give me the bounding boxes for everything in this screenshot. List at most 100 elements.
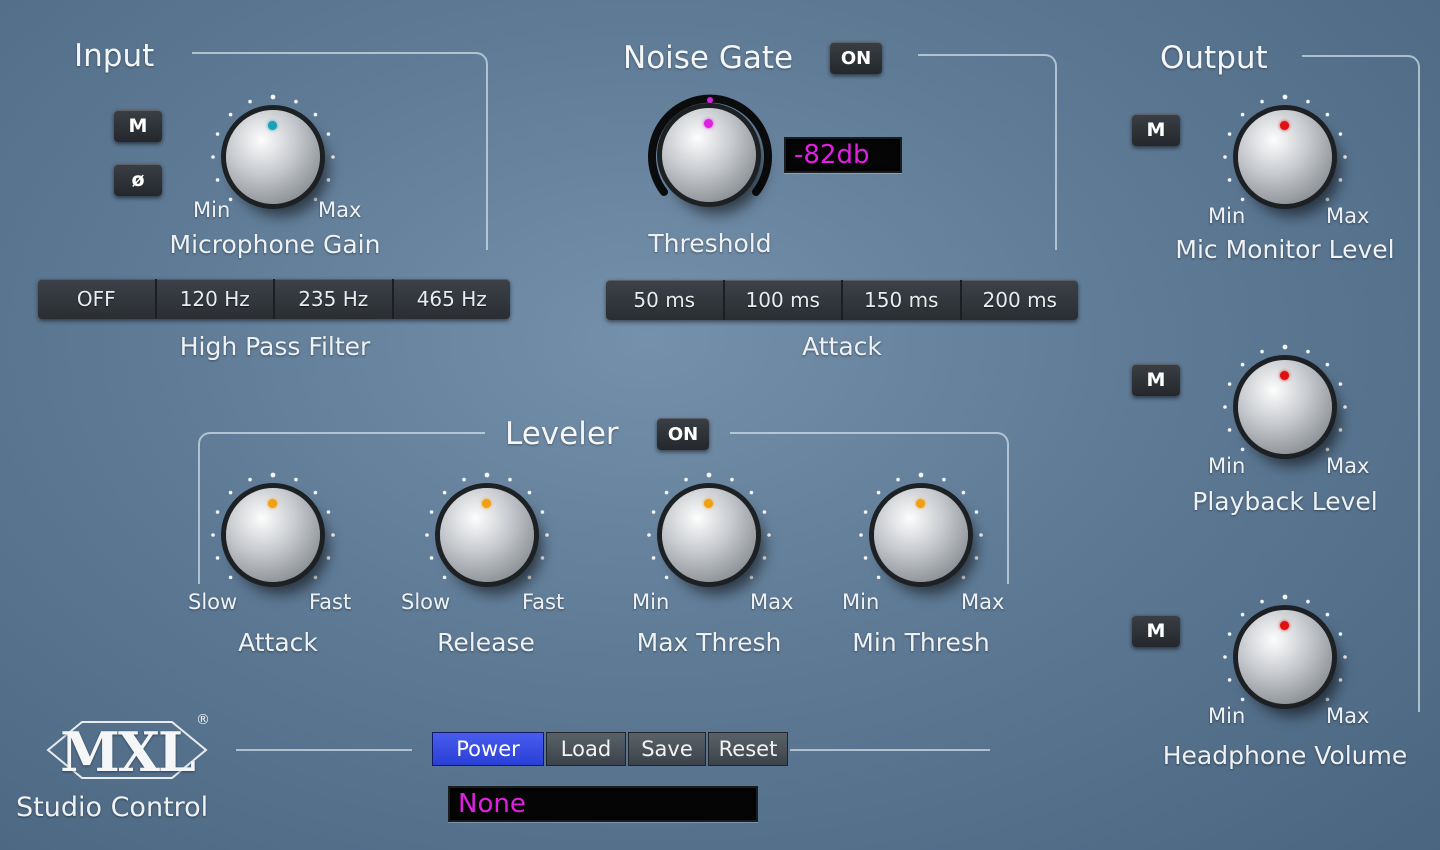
load-button[interactable]: Load: [546, 732, 626, 766]
leveler-max-thresh-indicator: [704, 499, 713, 508]
scale-tick: [1223, 155, 1227, 159]
scale-tick: [211, 155, 215, 159]
scale-tick: [1338, 428, 1343, 432]
mic-monitor-mute-button[interactable]: M: [1132, 114, 1180, 146]
leveler-attack-knob[interactable]: [226, 488, 320, 582]
high-pass-filter-selector[interactable]: OFF 120 Hz 235 Hz 465 Hz: [38, 279, 510, 319]
leveler-release-label: Release: [437, 628, 535, 657]
scale-tick: [1338, 678, 1343, 682]
headphone-min-label: Min: [1208, 704, 1246, 728]
scale-tick: [313, 490, 318, 495]
scale-tick: [942, 477, 946, 482]
scale-tick: [1306, 349, 1310, 354]
mic-monitor-min-label: Min: [1208, 204, 1246, 228]
leveler-max-thresh-min-label: Min: [632, 590, 670, 614]
noise-gate-on-button[interactable]: ON: [830, 42, 882, 74]
scale-tick: [270, 94, 276, 100]
playback-max-label: Max: [1326, 454, 1370, 478]
save-button[interactable]: Save: [628, 732, 706, 766]
scale-tick: [215, 178, 220, 182]
hpf-option-235[interactable]: 235 Hz: [275, 279, 394, 319]
scale-tick: [326, 556, 331, 560]
input-mute-button[interactable]: M: [114, 110, 162, 142]
scale-tick: [1240, 612, 1245, 617]
scale-tick: [1338, 178, 1343, 182]
attack-option-50[interactable]: 50 ms: [606, 280, 725, 320]
playback-knob[interactable]: [1238, 360, 1332, 454]
scale-tick: [1227, 428, 1232, 432]
scale-tick: [1240, 447, 1245, 452]
scale-tick: [228, 112, 233, 117]
attack-option-200[interactable]: 200 ms: [962, 280, 1079, 320]
scale-tick: [294, 99, 298, 104]
mic-gain-max-label: Max: [318, 198, 362, 222]
scale-tick: [313, 575, 318, 580]
scale-tick: [762, 556, 767, 560]
hpf-option-off[interactable]: OFF: [38, 279, 157, 319]
leveler-min-thresh-indicator: [916, 499, 925, 508]
scale-tick: [651, 510, 656, 514]
attack-option-150[interactable]: 150 ms: [843, 280, 962, 320]
noise-gate-frame: [918, 54, 1057, 250]
scale-tick: [270, 472, 276, 478]
scale-tick: [1343, 155, 1347, 159]
leveler-attack-label: Attack: [238, 628, 318, 657]
footer-divider-right: [790, 749, 990, 751]
noise-gate-title: Noise Gate: [623, 40, 794, 76]
headphone-mute-button[interactable]: M: [1132, 615, 1180, 647]
scale-tick: [540, 510, 545, 514]
input-title: Input: [74, 38, 155, 74]
power-button[interactable]: Power: [432, 732, 544, 766]
scale-tick: [331, 533, 335, 537]
gate-attack-selector[interactable]: 50 ms 100 ms 150 ms 200 ms: [606, 280, 1078, 320]
preset-toolbar: Power Load Save Reset: [432, 732, 788, 766]
leveler-max-thresh-knob[interactable]: [662, 488, 756, 582]
hpf-option-465[interactable]: 465 Hz: [394, 279, 511, 319]
scale-tick: [1227, 132, 1232, 136]
scale-tick: [1325, 112, 1330, 117]
scale-tick: [1338, 632, 1343, 636]
playback-indicator: [1280, 371, 1289, 380]
attack-option-100[interactable]: 100 ms: [725, 280, 843, 320]
threshold-knob[interactable]: [662, 108, 756, 202]
scale-tick: [1338, 382, 1343, 386]
scale-tick: [442, 490, 447, 495]
scale-tick: [1306, 99, 1310, 104]
scale-tick: [974, 556, 979, 560]
scale-tick: [326, 132, 331, 136]
leveler-release-knob[interactable]: [440, 488, 534, 582]
scale-tick: [876, 575, 881, 580]
scale-tick: [896, 477, 900, 482]
mic-monitor-knob[interactable]: [1238, 110, 1332, 204]
scale-tick: [1260, 349, 1264, 354]
scale-tick: [425, 533, 429, 537]
scale-tick: [248, 99, 252, 104]
scale-tick: [313, 112, 318, 117]
leveler-min-thresh-min-label: Min: [842, 590, 880, 614]
leveler-on-button[interactable]: ON: [657, 418, 709, 450]
scale-tick: [1260, 599, 1264, 604]
footer-divider-left: [236, 749, 412, 751]
leveler-min-thresh-label: Min Thresh: [852, 628, 990, 657]
leveler-min-thresh-knob[interactable]: [874, 488, 968, 582]
scale-tick: [1223, 655, 1227, 659]
scale-tick: [1343, 655, 1347, 659]
scale-tick: [859, 533, 863, 537]
playback-mute-button[interactable]: M: [1132, 364, 1180, 396]
gate-attack-label: Attack: [802, 332, 882, 361]
scale-tick: [749, 490, 754, 495]
scale-tick: [540, 556, 545, 560]
reset-button[interactable]: Reset: [708, 732, 788, 766]
mic-gain-knob[interactable]: [226, 110, 320, 204]
scale-tick: [228, 490, 233, 495]
logo-text: MXL: [60, 720, 196, 784]
scale-tick: [1240, 197, 1245, 202]
scale-tick: [527, 575, 532, 580]
scale-tick: [979, 533, 983, 537]
input-phase-button[interactable]: ø: [114, 164, 162, 196]
mxl-logo: MXL: [42, 716, 212, 786]
scale-tick: [767, 533, 771, 537]
hpf-option-120[interactable]: 120 Hz: [157, 279, 275, 319]
scale-tick: [462, 477, 466, 482]
headphone-knob[interactable]: [1238, 610, 1332, 704]
